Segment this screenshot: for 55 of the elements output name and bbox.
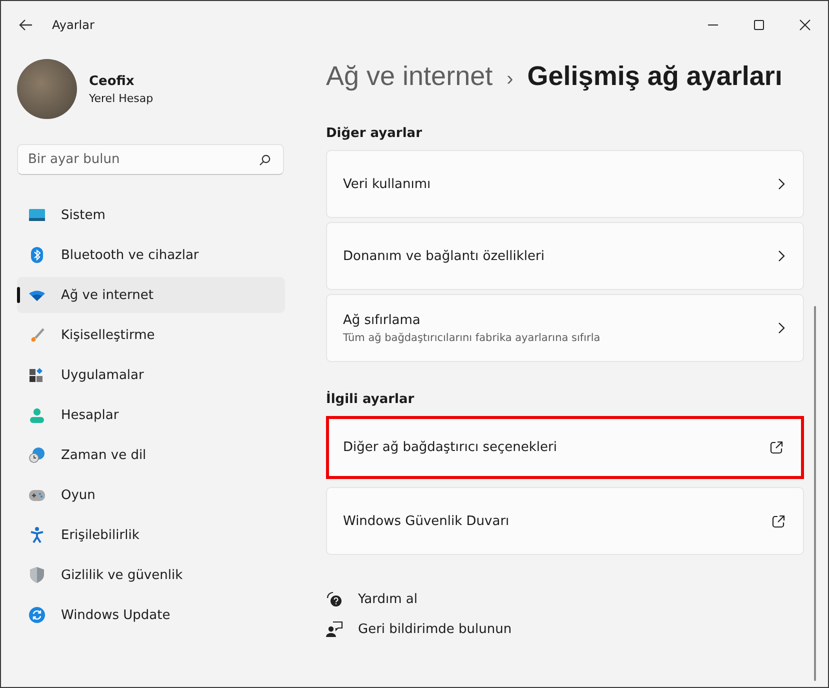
monitor-icon bbox=[29, 209, 45, 221]
person-icon bbox=[29, 408, 45, 422]
globe-clock-icon bbox=[29, 447, 45, 463]
search-icon bbox=[259, 154, 271, 166]
settings-card[interactable]: Diğer ağ bağdaştırıcı seçenekleri bbox=[326, 416, 804, 479]
sync-icon bbox=[29, 607, 45, 623]
sidebar-item[interactable]: Uygulamalar bbox=[17, 357, 285, 393]
chevron-right-icon bbox=[778, 322, 785, 334]
account-type: Yerel Hesap bbox=[89, 92, 154, 104]
shield-icon bbox=[29, 567, 45, 583]
settings-card[interactable]: Ağ sıfırlama Tüm ağ bağdaştırıcılarını fabrika ayarlarına sıfırla bbox=[326, 294, 804, 362]
search-field[interactable]: Bir ayar bulun bbox=[17, 144, 284, 175]
sidebar-item[interactable]: Bluetooth ve cihazlar bbox=[17, 237, 285, 273]
sidebar-item[interactable]: Hesaplar bbox=[17, 397, 285, 433]
close-icon[interactable] bbox=[799, 19, 811, 31]
settings-card[interactable]: Windows Güvenlik Duvarı bbox=[326, 487, 804, 555]
card-title: Windows Güvenlik Duvarı bbox=[343, 514, 510, 528]
accessibility-icon bbox=[29, 527, 45, 543]
footer-link[interactable]: Geri bildirimde bulunun bbox=[358, 622, 512, 636]
chevron-right-icon bbox=[778, 178, 785, 190]
chevron-right-icon bbox=[778, 250, 785, 262]
gamepad-icon bbox=[29, 490, 45, 500]
help-icon bbox=[326, 591, 343, 608]
footer-link[interactable]: Yardım al bbox=[358, 592, 418, 607]
card-description: Tüm ağ bağdaştırıcılarını fabrika ayarlarına sıfırla bbox=[343, 332, 602, 344]
bluetooth-icon bbox=[29, 247, 45, 263]
paintbrush-icon bbox=[29, 328, 45, 342]
apps-icon bbox=[29, 368, 45, 382]
wifi-icon bbox=[29, 290, 45, 300]
external-link-icon bbox=[772, 514, 785, 528]
sidebar-item[interactable]: Ağ ve internet bbox=[17, 277, 285, 313]
card-title: Donanım ve bağlantı özellikleri bbox=[343, 248, 546, 264]
section-heading: Diğer ayarlar bbox=[326, 126, 423, 141]
sidebar-item[interactable]: Sistem bbox=[17, 197, 285, 233]
breadcrumb-parent-link[interactable]: Ağ ve internet bbox=[326, 61, 493, 92]
profile-name: Ceofix bbox=[89, 74, 136, 88]
section-heading: İlgili ayarlar bbox=[326, 392, 416, 407]
window-title: Ayarlar bbox=[52, 18, 94, 32]
breadcrumb-separator: › bbox=[506, 68, 514, 91]
card-title: Veri kullanımı bbox=[343, 176, 432, 192]
sidebar-item[interactable]: Kişiselleştirme bbox=[17, 317, 285, 353]
external-link-icon bbox=[770, 441, 783, 454]
back-arrow-icon[interactable] bbox=[19, 19, 33, 31]
card-title: Diğer ağ bağdaştırıcı seçenekleri bbox=[343, 440, 558, 455]
feedback-icon bbox=[326, 621, 343, 637]
sidebar-item[interactable]: Windows Update bbox=[17, 597, 285, 633]
settings-card[interactable]: Donanım ve bağlantı özellikleri bbox=[326, 222, 804, 290]
sidebar-item[interactable]: Zaman ve dil bbox=[17, 437, 285, 473]
sidebar-item[interactable]: Oyun bbox=[17, 477, 285, 513]
card-title: Ağ sıfırlama bbox=[343, 312, 422, 328]
page-title: Gelişmiş ağ ayarları bbox=[527, 61, 782, 92]
settings-card[interactable]: Veri kullanımı bbox=[326, 150, 804, 218]
sidebar-item[interactable]: Gizlilik ve güvenlik bbox=[17, 557, 285, 593]
maximize-icon[interactable] bbox=[753, 19, 765, 31]
sidebar-item[interactable]: Erişilebilirlik bbox=[17, 517, 285, 553]
